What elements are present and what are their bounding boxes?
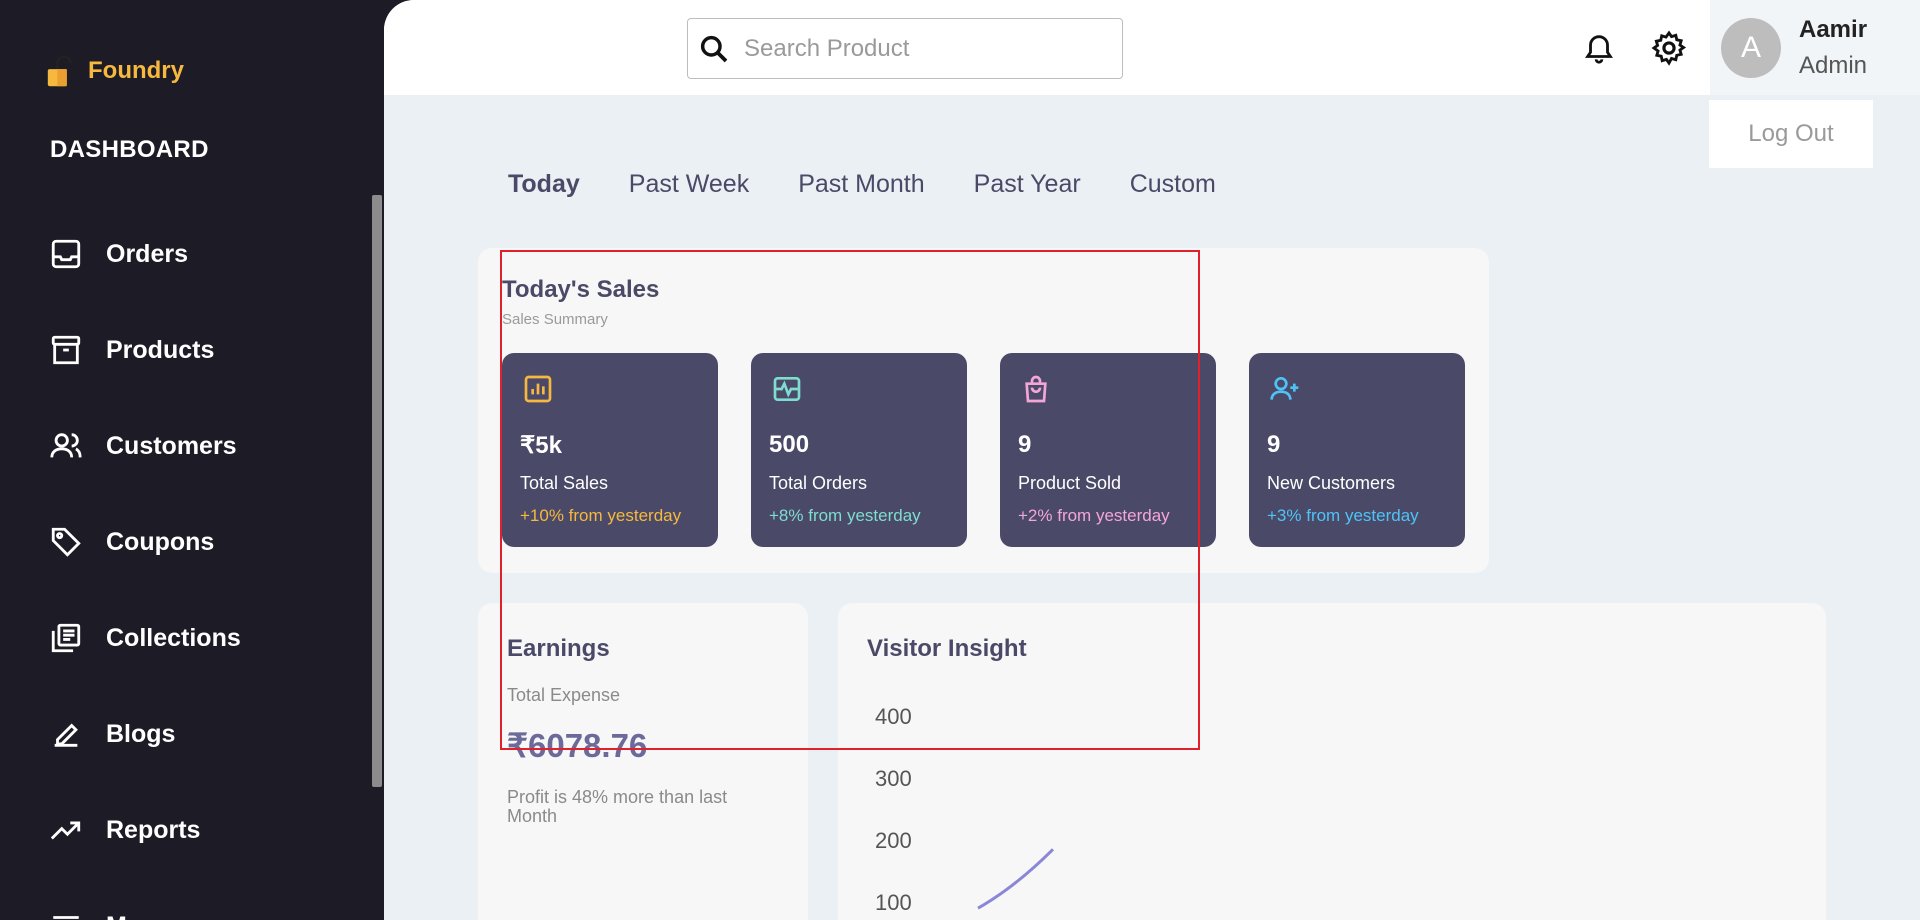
sidebar-item-label: Orders <box>106 239 188 268</box>
tab-past-year[interactable]: Past Year <box>974 170 1081 199</box>
top-bar: A Aamir Admin <box>384 0 1920 95</box>
visitor-chart: 400 300 200 100 <box>875 704 1055 915</box>
brand-logo[interactable]: Foundry <box>44 52 184 90</box>
sidebar-item-reports[interactable]: Reports <box>48 805 200 855</box>
visitor-series-line <box>977 848 1055 910</box>
stat-value: 9 <box>1018 431 1032 458</box>
stat-card-total-sales[interactable]: ₹5k Total Sales +10% from yesterday <box>502 353 718 547</box>
sales-title: Today's Sales <box>502 276 660 303</box>
stat-value: 500 <box>769 431 810 458</box>
stat-value: ₹5k <box>520 432 562 459</box>
bar-chart-icon <box>524 375 552 403</box>
date-range-tabs: Today Past Week Past Month Past Year Cus… <box>508 170 1265 199</box>
tab-today[interactable]: Today <box>508 170 580 199</box>
stat-card-new-customers[interactable]: 9 New Customers +3% from yesterday <box>1249 353 1465 547</box>
edit-icon <box>48 716 84 752</box>
sidebar-item-label: Blogs <box>106 719 176 748</box>
sidebar-item-label: Reports <box>106 815 201 844</box>
users-icon <box>48 428 84 464</box>
stat-change: +2% from yesterday <box>1018 506 1170 525</box>
user-name: Aamir <box>1799 16 1868 43</box>
sidebar-scrollbar[interactable] <box>372 195 382 787</box>
tab-past-week[interactable]: Past Week <box>629 170 749 199</box>
sidebar-item-label: Collections <box>106 623 241 652</box>
stat-card-total-orders[interactable]: 500 Total Orders +8% from yesterday <box>751 353 967 547</box>
search-input[interactable] <box>744 34 1104 63</box>
archive-icon <box>48 332 84 368</box>
dashboard-link[interactable]: DASHBOARD <box>50 136 209 164</box>
sidebar-item-ma[interactable]: Ma <box>48 901 141 920</box>
visitor-insight-card: Visitor Insight 400 300 200 100 <box>838 603 1826 920</box>
sidebar-item-products[interactable]: Products <box>48 325 214 375</box>
stat-change: +3% from yesterday <box>1267 506 1419 525</box>
activity-icon <box>773 377 801 401</box>
tab-custom[interactable]: Custom <box>1130 170 1216 199</box>
sidebar-item-customers[interactable]: Customers <box>48 421 237 471</box>
earnings-title: Earnings <box>507 635 610 662</box>
sidebar-item-label: Customers <box>106 431 237 460</box>
user-role: Admin <box>1799 52 1868 79</box>
inbox-icon <box>48 236 84 272</box>
avatar[interactable]: A <box>1721 18 1781 78</box>
sidebar: Foundry DASHBOARD Orders Products Custom… <box>0 0 384 920</box>
shopping-bag-icon <box>1025 375 1047 403</box>
sidebar-item-label: Coupons <box>106 527 215 556</box>
stat-label: New Customers <box>1267 473 1396 493</box>
tab-past-month[interactable]: Past Month <box>798 170 924 199</box>
stat-label: Total Sales <box>520 473 609 493</box>
stat-change: +8% from yesterday <box>769 506 921 525</box>
search-icon <box>700 35 728 62</box>
y-tick-label: 300 <box>875 766 912 791</box>
stat-label: Total Orders <box>769 473 868 493</box>
earnings-amount: ₹6078.76 <box>507 727 648 764</box>
main-content: A Aamir Admin Log Out Today Past Week Pa… <box>384 0 1920 920</box>
list-icon <box>48 908 84 920</box>
earnings-card: Earnings Total Expense ₹6078.76 Profit i… <box>478 603 808 920</box>
sidebar-item-blogs[interactable]: Blogs <box>48 709 175 759</box>
y-tick-label: 100 <box>875 890 912 915</box>
todays-sales-card: Today's Sales Sales Summary ₹5k Total Sa… <box>478 248 1489 573</box>
sidebar-item-orders[interactable]: Orders <box>48 229 188 279</box>
bell-icon[interactable] <box>1582 30 1616 66</box>
gear-icon[interactable] <box>1650 29 1688 67</box>
lock-icon <box>47 55 73 87</box>
earnings-subtitle: Total Expense <box>507 685 621 705</box>
trending-up-icon <box>48 812 84 848</box>
sidebar-item-label: Products <box>106 335 215 364</box>
sales-subtitle: Sales Summary <box>502 311 608 328</box>
sidebar-item-coupons[interactable]: Coupons <box>48 517 214 567</box>
brand-name: Foundry <box>88 57 184 84</box>
stat-label: Product Sold <box>1018 473 1122 493</box>
y-tick-label: 200 <box>875 828 912 853</box>
search-box[interactable] <box>687 18 1123 79</box>
library-icon <box>48 620 84 656</box>
stat-value: 9 <box>1267 431 1281 458</box>
sidebar-item-label: Ma <box>106 912 141 920</box>
stat-change: +10% from yesterday <box>520 506 682 525</box>
sidebar-item-collections[interactable]: Collections <box>48 613 241 663</box>
earnings-note: Profit is 48% more than last Month <box>507 787 728 826</box>
tag-icon <box>48 524 84 560</box>
stat-card-product-sold[interactable]: 9 Product Sold +2% from yesterday <box>1000 353 1216 547</box>
user-plus-icon <box>1270 377 1299 400</box>
logout-button[interactable]: Log Out <box>1709 100 1873 168</box>
y-tick-label: 400 <box>875 704 912 729</box>
